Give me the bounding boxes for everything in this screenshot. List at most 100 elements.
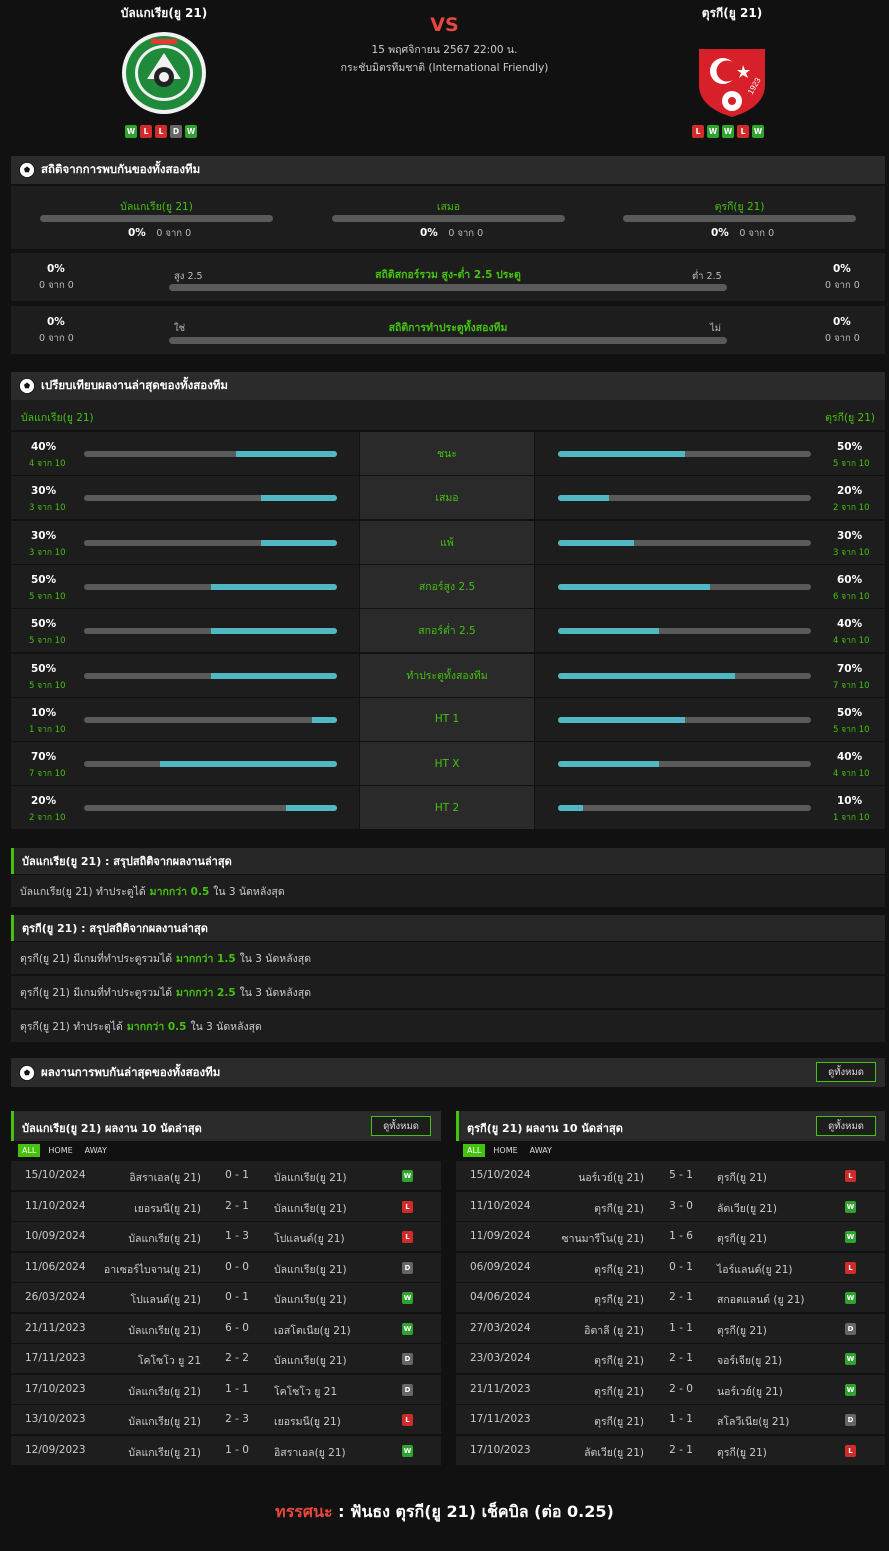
- away-count: 4 จาก 10: [833, 769, 870, 780]
- home-count: 5 จาก 10: [29, 680, 66, 691]
- match-home-team[interactable]: บัลแกเรีย(ยู 21): [128, 1322, 201, 1339]
- match-row: 04/06/2024 ตุรกี(ยู 21) 2 - 1 สกอตแลนด์ (ยู…: [456, 1283, 885, 1312]
- match-home-team[interactable]: ลัตเวีย(ยู 21): [584, 1444, 644, 1461]
- match-result-badge: W: [402, 1170, 413, 1182]
- home-pct: 20%: [31, 795, 57, 808]
- match-away-team[interactable]: สโลวีเนีย(ยู 21): [717, 1413, 789, 1430]
- match-away-team[interactable]: บัลแกเรีย(ยู 21): [274, 1291, 347, 1308]
- away-bar: [558, 495, 811, 502]
- away-count: 5 จาก 10: [833, 459, 870, 469]
- match-away-team[interactable]: บัลแกเรีย(ยู 21): [274, 1200, 347, 1217]
- match-away-team[interactable]: บัลแกเรีย(ยู 21): [274, 1261, 347, 1278]
- match-row: 17/10/2023 ลัตเวีย(ยู 21) 2 - 1 ตุรกี(ยู 21…: [456, 1435, 885, 1465]
- match-result-badge: L: [845, 1170, 856, 1182]
- match-date: 12/09/2023: [25, 1443, 86, 1456]
- home-bar: [84, 539, 337, 546]
- form-badge: W: [707, 125, 719, 138]
- tab-away[interactable]: AWAY: [81, 1144, 111, 1157]
- match-score: 0 - 1: [669, 1260, 693, 1273]
- view-all-h2h-button[interactable]: ดูทั้งหมด: [816, 1062, 876, 1082]
- away-count: 6 จาก 10: [833, 591, 870, 602]
- match-away-team[interactable]: เอสโตเนีย(ยู 21): [274, 1322, 351, 1339]
- match-result-badge: W: [845, 1292, 856, 1304]
- compare-metric-label: สกอร์สูง 2.5: [360, 564, 534, 608]
- match-home-team[interactable]: อิตาลี (ยู 21): [584, 1322, 644, 1339]
- tab-home[interactable]: HOME: [489, 1144, 521, 1157]
- section-title: ผลงานการพบกันล่าสุดของทั้งสองทีม: [41, 1064, 221, 1079]
- match-away-team[interactable]: ตุรกี(ยู 21): [717, 1169, 767, 1186]
- tab-all[interactable]: ALL: [463, 1144, 486, 1157]
- away-bar: [558, 805, 811, 812]
- match-home-team[interactable]: เยอรมนี(ยู 21): [134, 1200, 201, 1217]
- match-date: 15/10/2024: [25, 1169, 86, 1181]
- away-count: 1 จาก 10: [833, 813, 870, 824]
- btts-title: สถิติการทำประตูทั้งสองทีม: [388, 322, 508, 334]
- away-bar-fill: [558, 716, 685, 723]
- match-away-team[interactable]: ไอร์แลนด์(ยู 21): [717, 1261, 792, 1278]
- away-pct: 70%: [837, 662, 863, 675]
- match-home-team[interactable]: ซานมารีโน(ยู 21): [561, 1230, 644, 1247]
- match-date: 17/10/2023: [470, 1443, 531, 1456]
- match-score: 1 - 3: [225, 1230, 249, 1242]
- match-home-team[interactable]: บัลแกเรีย(ยู 21): [128, 1383, 201, 1400]
- match-away-team[interactable]: จอร์เจีย(ยู 21): [717, 1352, 782, 1369]
- away-bar-fill: [558, 672, 736, 679]
- match-result-badge: W: [402, 1292, 413, 1304]
- match-home-team[interactable]: บัลแกเรีย(ยู 21): [128, 1230, 201, 1247]
- match-result-badge: W: [402, 1322, 413, 1335]
- match-away-team[interactable]: ตุรกี(ยู 21): [717, 1230, 767, 1247]
- match-away-team[interactable]: บัลแกเรีย(ยู 21): [274, 1169, 347, 1186]
- match-home-team[interactable]: นอร์เวย์(ยู 21): [578, 1169, 644, 1186]
- tab-all[interactable]: ALL: [18, 1144, 41, 1157]
- ou-over-label: สูง 2.5: [174, 271, 203, 282]
- away-bar-fill: [558, 761, 660, 768]
- match-home-team[interactable]: ตุรกี(ยู 21): [594, 1413, 644, 1430]
- match-home-team[interactable]: โปแลนด์(ยู 21): [130, 1291, 201, 1308]
- match-away-team[interactable]: ลัตเวีย(ยู 21): [717, 1200, 777, 1217]
- compare-row: HT X 70% 7 จาก 10 40% 4 จาก 10: [11, 742, 885, 786]
- match-away-team[interactable]: บัลแกเรีย(ยู 21): [274, 1352, 347, 1369]
- away-summary-row: ตุรกี(ยู 21) ทำประตูได้ มากกว่า 0.5 ใน 3 น…: [11, 1010, 885, 1042]
- form-badge: W: [185, 125, 197, 138]
- match-result-badge: D: [845, 1414, 856, 1426]
- over-under-panel: 0% 0 จาก 0 สูง 2.5 สถิติสกอร์รวม สูง-ต่ำ…: [11, 253, 885, 301]
- match-away-team[interactable]: เยอรมนี(ยู 21): [274, 1413, 341, 1430]
- match-header: บัลแกเรีย(ยู 21) ตุรกี(ยู 21) VS 15 พฤศจ…: [0, 0, 889, 150]
- match-home-team[interactable]: ตุรกี(ยู 21): [594, 1352, 644, 1369]
- match-away-team[interactable]: ตุรกี(ยู 21): [717, 1322, 767, 1339]
- match-away-team[interactable]: ตุรกี(ยู 21): [717, 1444, 767, 1461]
- match-away-team[interactable]: อิสราเอล(ยู 21): [274, 1444, 346, 1461]
- match-row: 13/10/2023 บัลแกเรีย(ยู 21) 2 - 3 เยอรมนี(ย…: [11, 1405, 441, 1434]
- match-home-team[interactable]: บัลแกเรีย(ยู 21): [128, 1444, 201, 1461]
- match-result-badge: W: [845, 1353, 856, 1365]
- compare-metric-label: แพ้: [360, 520, 534, 564]
- match-date: 17/10/2023: [25, 1382, 86, 1395]
- match-home-team[interactable]: บัลแกเรีย(ยู 21): [128, 1413, 201, 1430]
- match-home-team[interactable]: ตุรกี(ยู 21): [594, 1261, 644, 1278]
- match-home-team[interactable]: อิสราเอล(ยู 21): [129, 1169, 201, 1186]
- match-home-team[interactable]: อาเซอร์ไบจาน(ยู 21): [104, 1261, 201, 1278]
- match-away-team[interactable]: สกอตแลนด์ (ยู 21): [717, 1291, 804, 1308]
- home-view-all-button[interactable]: ดูทั้งหมด: [371, 1116, 431, 1136]
- match-away-team[interactable]: โปแลนด์(ยู 21): [274, 1230, 345, 1247]
- match-away-team[interactable]: นอร์เวย์(ยู 21): [717, 1383, 783, 1400]
- h2h-home-bar: [40, 215, 273, 222]
- away-bar: [558, 672, 811, 679]
- compare-metric-label: สกอร์ต่ำ 2.5: [360, 609, 534, 653]
- match-home-team[interactable]: โคโซโว ยู 21: [138, 1352, 201, 1369]
- home-bar: [84, 583, 337, 590]
- away-view-all-button[interactable]: ดูทั้งหมด: [816, 1116, 876, 1136]
- away-bar-fill: [558, 451, 685, 457]
- tab-away[interactable]: AWAY: [526, 1144, 556, 1157]
- match-home-team[interactable]: ตุรกี(ยู 21): [594, 1200, 644, 1217]
- match-home-team[interactable]: ตุรกี(ยู 21): [594, 1383, 644, 1400]
- match-date: 15/10/2024: [470, 1169, 531, 1181]
- home-count: 7 จาก 10: [29, 769, 66, 780]
- match-score: 2 - 1: [669, 1443, 693, 1456]
- match-row: 17/10/2023 บัลแกเรีย(ยู 21) 1 - 1 โคโซโว ยู…: [11, 1374, 441, 1404]
- match-home-team[interactable]: ตุรกี(ยู 21): [594, 1291, 644, 1308]
- home-count: 3 จาก 10: [29, 503, 66, 514]
- match-away-team[interactable]: โคโซโว ยู 21: [274, 1383, 337, 1400]
- away-bar-fill: [558, 495, 609, 502]
- tab-home[interactable]: HOME: [44, 1144, 76, 1157]
